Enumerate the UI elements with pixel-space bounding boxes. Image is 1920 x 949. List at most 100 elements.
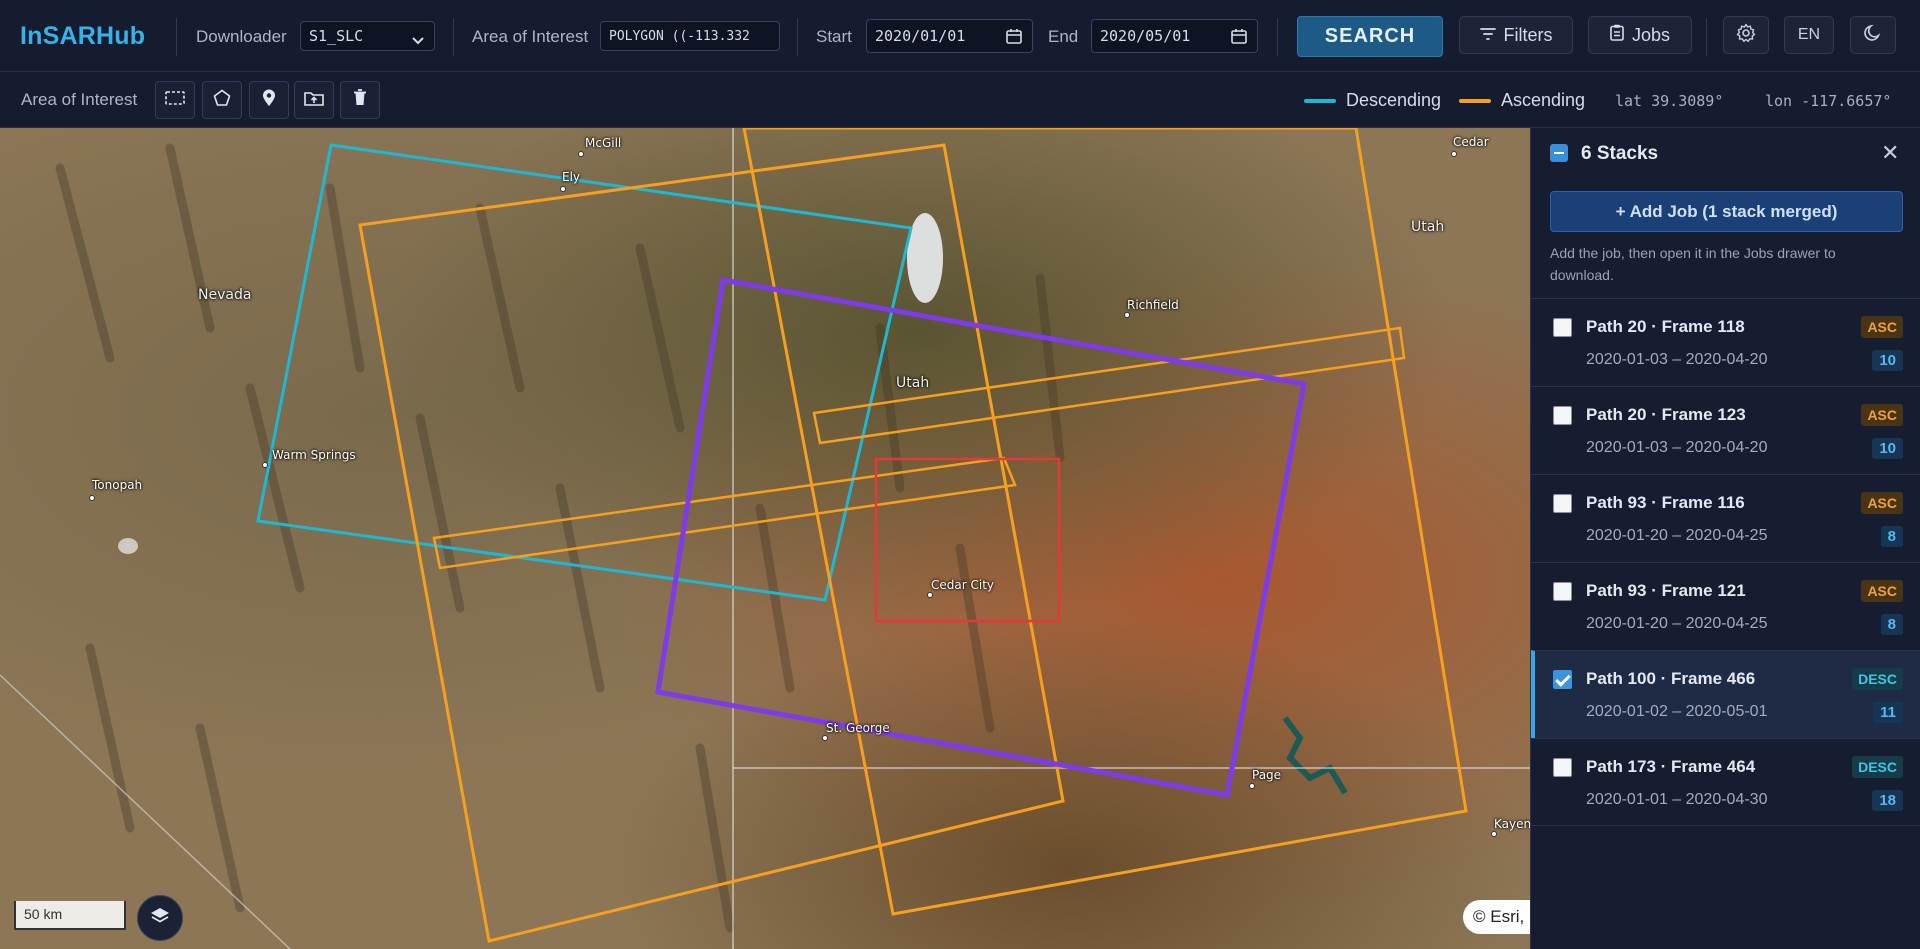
dry-lake xyxy=(118,538,138,554)
scene-count-badge: 11 xyxy=(1873,702,1903,723)
stack-name: Path 93 · Frame 121 xyxy=(1586,581,1746,600)
stack-dates: 2020-01-01 – 2020-04-30 xyxy=(1586,791,1768,808)
map-label-nevada: Nevada xyxy=(198,287,252,303)
map-canvas[interactable] xyxy=(0,128,1530,949)
folder-upload-icon xyxy=(304,90,324,111)
map-attribution[interactable]: © Esri, xyxy=(1463,900,1530,934)
scene-count-badge: 10 xyxy=(1872,438,1903,459)
stack-name: Path 20 · Frame 118 xyxy=(1586,317,1745,336)
stack-checkbox[interactable] xyxy=(1553,318,1572,337)
scene-count-badge: 8 xyxy=(1880,526,1903,547)
place-point-button[interactable] xyxy=(249,81,289,119)
legend-descending: Descending xyxy=(1304,90,1441,111)
upload-file-button[interactable] xyxy=(294,81,334,119)
start-date-value: 2020/01/01 xyxy=(875,27,966,45)
map-pin-icon xyxy=(262,89,276,112)
direction-badge: ASC xyxy=(1861,404,1903,426)
stack-name: Path 93 · Frame 116 xyxy=(1586,493,1745,512)
map-label-cedar: Cedar xyxy=(1453,135,1489,149)
map-label-utah: Utah xyxy=(896,375,930,391)
downloader-value: S1_SLC xyxy=(309,27,364,45)
divider xyxy=(1706,18,1707,56)
moon-icon xyxy=(1864,24,1882,47)
divider xyxy=(453,18,454,56)
map-label-richfield: Richfield xyxy=(1127,298,1179,312)
cursor-latitude: lat 39.3089° xyxy=(1615,92,1724,110)
stack-item[interactable]: Path 20 · Frame 118 2020-01-03 – 2020-04… xyxy=(1531,298,1920,386)
close-icon[interactable]: ✕ xyxy=(1881,140,1899,166)
city-marker xyxy=(822,735,828,741)
city-marker xyxy=(262,462,268,468)
city-marker xyxy=(927,592,933,598)
city-marker xyxy=(89,495,95,501)
settings-button[interactable] xyxy=(1723,16,1769,54)
salt-flat xyxy=(907,213,943,303)
end-label: End xyxy=(1048,27,1079,46)
stack-item[interactable]: Path 173 · Frame 464 2020-01-01 – 2020-0… xyxy=(1531,738,1920,826)
stack-dates: 2020-01-03 – 2020-04-20 xyxy=(1586,351,1768,368)
direction-badge: ASC xyxy=(1861,316,1903,338)
app-logo: InSARHub xyxy=(20,22,146,50)
clear-aoi-button[interactable] xyxy=(340,81,380,119)
direction-badge: ASC xyxy=(1861,580,1903,602)
stack-item[interactable]: Path 20 · Frame 123 2020-01-03 – 2020-04… xyxy=(1531,386,1920,474)
stack-checkbox[interactable] xyxy=(1553,406,1572,425)
descending-swatch xyxy=(1304,98,1336,103)
direction-badge: DESC xyxy=(1852,668,1903,690)
stack-checkbox[interactable] xyxy=(1553,582,1572,601)
downloader-select[interactable]: S1_SLC xyxy=(300,21,435,51)
stack-checkbox[interactable] xyxy=(1553,758,1572,777)
city-marker xyxy=(1124,312,1130,318)
rectangle-icon xyxy=(165,90,185,110)
calendar-icon[interactable] xyxy=(1231,28,1247,48)
city-marker xyxy=(1491,831,1497,837)
add-job-hint: Add the job, then open it in the Jobs dr… xyxy=(1550,245,1836,283)
draw-polygon-button[interactable] xyxy=(202,81,242,119)
filters-button[interactable]: Filters xyxy=(1459,16,1573,54)
map-view[interactable]: McGill Ely Nevada Warm Springs Tonopah U… xyxy=(0,128,1530,949)
draw-rectangle-button[interactable] xyxy=(155,81,195,119)
layers-icon xyxy=(150,907,170,930)
theme-toggle-button[interactable] xyxy=(1850,16,1896,54)
map-label-cedar-city: Cedar City xyxy=(931,578,994,592)
jobs-label: Jobs xyxy=(1631,24,1671,45)
stack-item[interactable]: Path 93 · Frame 121 2020-01-20 – 2020-04… xyxy=(1531,562,1920,650)
stack-name: Path 100 · Frame 466 xyxy=(1586,669,1756,688)
jobs-button[interactable]: Jobs xyxy=(1588,16,1692,54)
add-job-button[interactable]: + Add Job (1 stack merged) xyxy=(1550,191,1903,232)
calendar-icon[interactable] xyxy=(1006,28,1022,48)
aoi-tools-label: Area of Interest xyxy=(21,90,138,109)
search-button[interactable]: SEARCH xyxy=(1297,16,1443,57)
stack-dates: 2020-01-20 – 2020-04-25 xyxy=(1586,615,1768,632)
start-label: Start xyxy=(816,27,852,46)
aoi-label: Area of Interest xyxy=(472,27,589,46)
scene-count-badge: 18 xyxy=(1872,790,1903,811)
stack-item[interactable]: Path 93 · Frame 116 2020-01-20 – 2020-04… xyxy=(1531,474,1920,562)
map-label-utah-east: Utah xyxy=(1411,219,1445,235)
map-label-kayenta: Kayen xyxy=(1494,817,1530,831)
select-all-checkbox[interactable] xyxy=(1550,144,1568,162)
end-date-input[interactable]: 2020/05/01 xyxy=(1091,19,1258,53)
aoi-input[interactable]: POLYGON ((-113.332 xyxy=(600,21,780,51)
language-button[interactable]: EN xyxy=(1784,16,1834,54)
scene-count-badge: 8 xyxy=(1880,614,1903,635)
stack-dates: 2020-01-20 – 2020-04-25 xyxy=(1586,527,1768,544)
ascending-swatch xyxy=(1459,98,1491,103)
divider xyxy=(176,18,177,56)
scale-bar: 50 km xyxy=(14,901,126,930)
map-label-tonopah: Tonopah xyxy=(92,478,143,492)
direction-badge: ASC xyxy=(1861,492,1903,514)
gear-icon xyxy=(1736,23,1756,48)
city-marker xyxy=(578,151,584,157)
layers-button[interactable] xyxy=(137,895,183,941)
downloader-label: Downloader xyxy=(196,27,287,46)
stacks-panel: 6 Stacks ✕ + Add Job (1 stack merged) Ad… xyxy=(1530,128,1920,949)
map-label-mcgill: McGill xyxy=(585,136,622,150)
chevron-down-icon xyxy=(412,31,424,49)
stack-item-selected[interactable]: Path 100 · Frame 466 2020-01-02 – 2020-0… xyxy=(1531,650,1920,738)
filters-label: Filters xyxy=(1503,24,1553,45)
city-marker xyxy=(1249,783,1255,789)
stack-checkbox[interactable] xyxy=(1553,670,1572,689)
stack-checkbox[interactable] xyxy=(1553,494,1572,513)
start-date-input[interactable]: 2020/01/01 xyxy=(866,19,1033,53)
